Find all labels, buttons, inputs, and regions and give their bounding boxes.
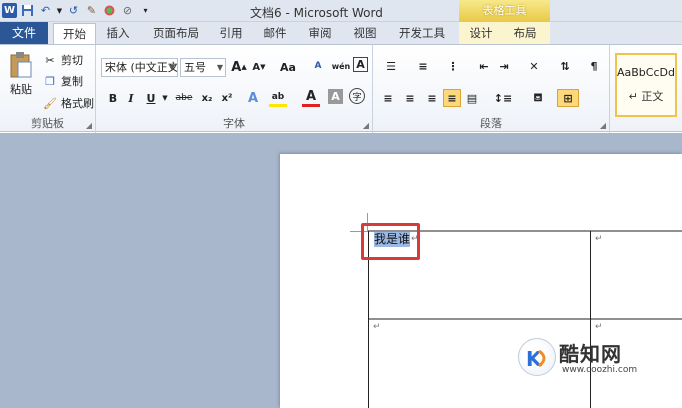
watermark-logo-icon: K: [518, 338, 556, 376]
watermark-name: 酷知网: [559, 342, 622, 366]
cell-mark: ↵: [595, 322, 603, 332]
cell-mark: ↵: [595, 234, 603, 244]
watermark-url: www.coozhi.com: [562, 365, 638, 375]
cell-mark: ↵: [373, 322, 381, 332]
annotation-highlight-box: [361, 223, 420, 260]
watermark: K 酷知网 www.coozhi.com: [518, 334, 678, 384]
